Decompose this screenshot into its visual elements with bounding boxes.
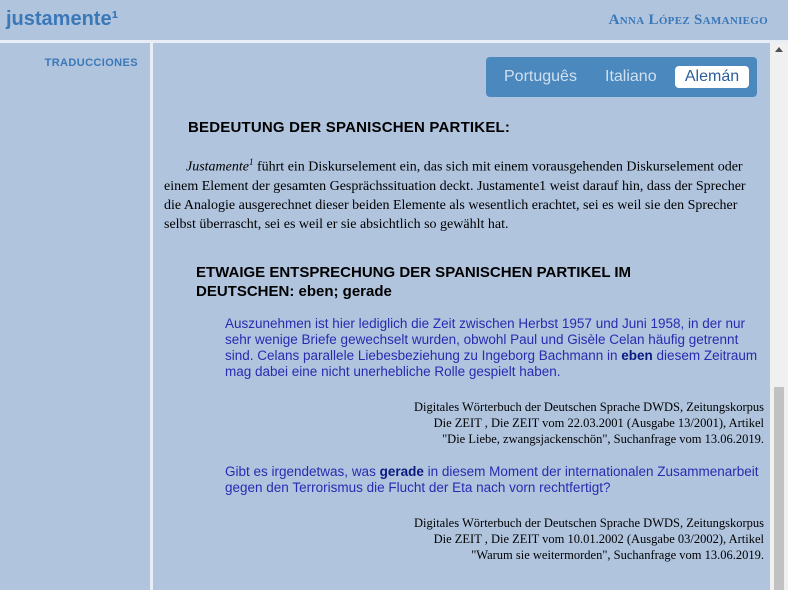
section-heading: BEDEUTUNG DER SPANISCHEN PARTIKEL: [188, 119, 511, 136]
example-source-2: Digitales Wörterbuch der Deutschen Sprac… [244, 515, 764, 563]
example-source-1: Digitales Wörterbuch der Deutschen Sprac… [244, 399, 764, 447]
author-name: Anna López Samaniego [608, 12, 768, 28]
tab-italiano[interactable]: Italiano [605, 66, 657, 88]
example-sentence-1: Auszunehmen ist hier lediglich die Zeit … [225, 316, 765, 380]
site-title[interactable]: justamente¹ [6, 8, 118, 31]
source-line: "Die Liebe, zwangsjackenschön", Suchanfr… [442, 432, 764, 446]
example-keyword: eben [621, 348, 653, 363]
example-keyword: gerade [379, 464, 424, 479]
tab-portugues[interactable]: Português [504, 66, 577, 88]
meaning-paragraph: Justamente1 führt ein Diskurselement ein… [164, 153, 764, 234]
top-bar: justamente¹ Anna López Samaniego [0, 0, 788, 40]
sidebar-item-traducciones[interactable]: TRADUCCIONES [45, 57, 138, 69]
tab-aleman[interactable]: Alemán [675, 66, 749, 88]
source-line: "Warum sie weitermorden", Suchanfrage vo… [471, 548, 764, 562]
sidebar: TRADUCCIONES [0, 43, 150, 590]
language-switcher: Português Italiano Alemán [486, 57, 757, 97]
main-content: Português Italiano Alemán BEDEUTUNG DER … [153, 43, 770, 590]
source-line: Die ZEIT , Die ZEIT vom 10.01.2002 (Ausg… [433, 532, 764, 546]
example-sentence-2: Gibt es irgendetwas, was gerade in diese… [225, 464, 765, 496]
equivalence-heading: ETWAIGE ENTSPRECHUNG DER SPANISCHEN PART… [196, 264, 632, 300]
source-line: Die ZEIT , Die ZEIT vom 22.03.2001 (Ausg… [433, 416, 764, 430]
vertical-scrollbar[interactable] [770, 43, 788, 590]
source-line: Digitales Wörterbuch der Deutschen Sprac… [413, 400, 764, 414]
source-line: Digitales Wörterbuch der Deutschen Sprac… [413, 516, 764, 530]
term: Justamente [186, 159, 249, 175]
paragraph-text: führt ein Diskurselement ein, das sich m… [164, 159, 746, 232]
scroll-up-arrow-icon[interactable] [775, 47, 783, 52]
scrollbar-thumb[interactable] [774, 387, 784, 590]
example-text: Gibt es irgendetwas, was [225, 464, 380, 479]
